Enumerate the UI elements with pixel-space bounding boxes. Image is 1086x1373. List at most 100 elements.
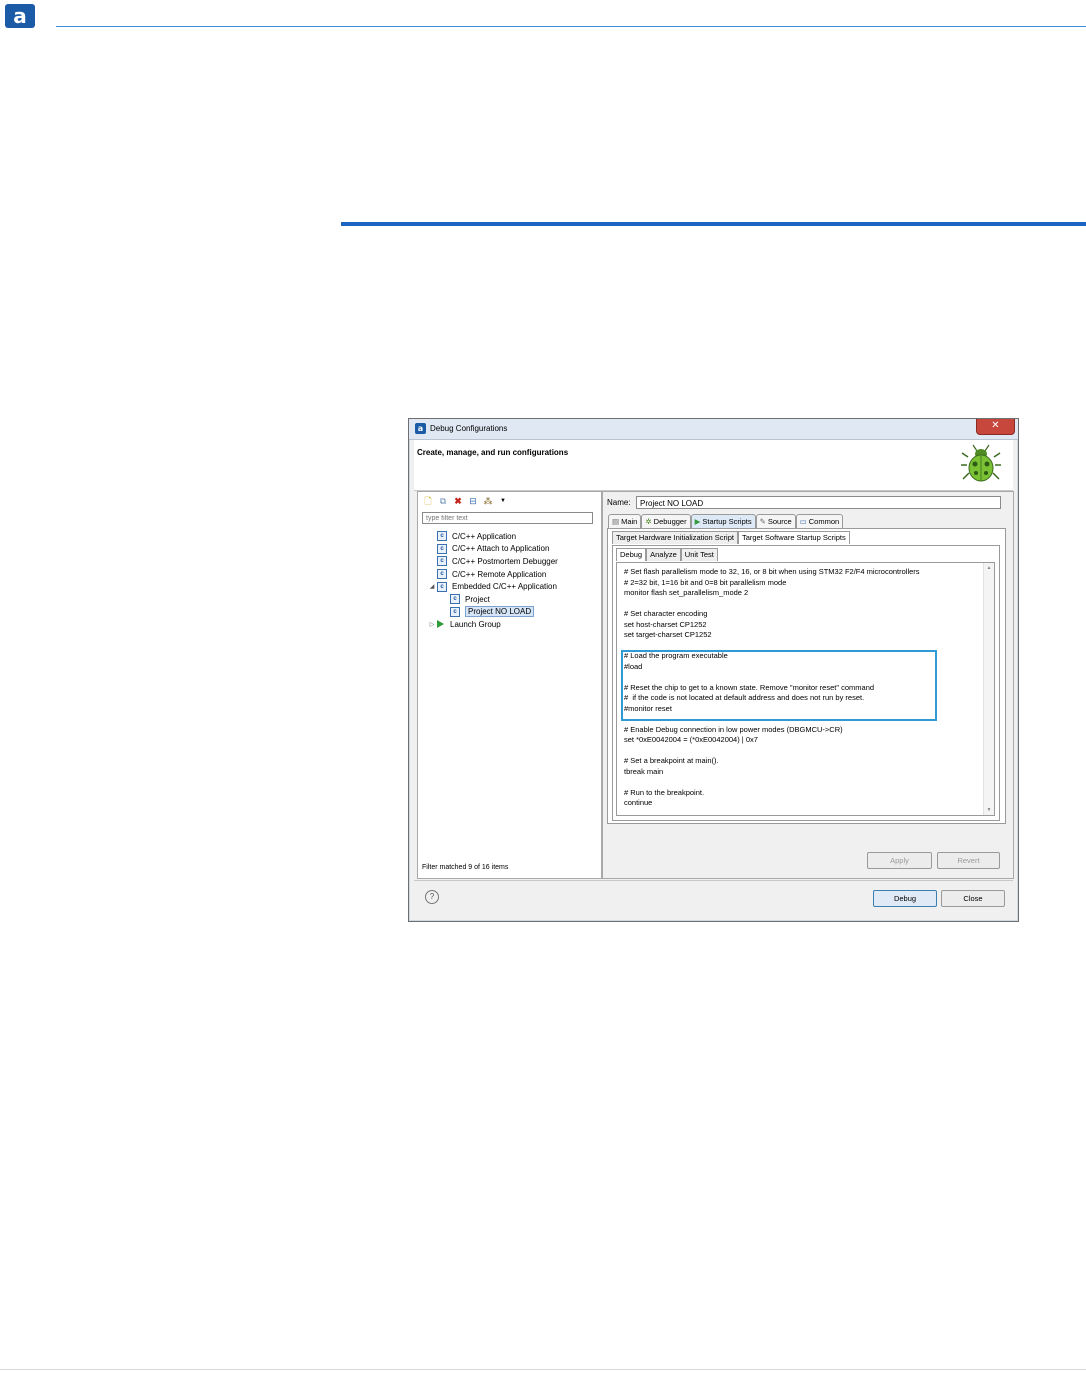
source-tab-icon: ✎ bbox=[759, 517, 766, 526]
debug-configurations-window: a Debug Configurations ✕ Create, manage,… bbox=[408, 418, 1019, 922]
mode-tabs: Debug Analyze Unit Test bbox=[616, 548, 718, 561]
tab-source[interactable]: ✎ Source bbox=[755, 514, 796, 528]
script-line: # Enable Debug connection in low power m… bbox=[624, 724, 843, 734]
c-config-icon: c bbox=[450, 594, 460, 605]
tree-item-cpp-postmortem[interactable]: c C/C++ Postmortem Debugger bbox=[424, 555, 599, 568]
brand-logo: a bbox=[5, 4, 35, 28]
tree-item-label: Embedded C/C++ Application bbox=[452, 582, 557, 592]
header-rule bbox=[56, 26, 1086, 27]
tree-item-project[interactable]: c Project bbox=[424, 593, 599, 606]
script-editor[interactable]: # Set flash parallelism mode to 32, 16, … bbox=[616, 562, 995, 816]
help-icon[interactable]: ? bbox=[425, 890, 439, 904]
c-config-icon: c bbox=[437, 556, 447, 567]
common-tab-icon: ▭ bbox=[799, 517, 807, 526]
filter-input[interactable] bbox=[422, 512, 593, 524]
dropdown-arrow-icon[interactable]: ▼ bbox=[497, 495, 509, 507]
script-line: # 2=32 bit, 1=16 bit and 0=8 bit paralle… bbox=[624, 577, 787, 587]
configuration-tree: c C/C++ Application c C/C++ Attach to Ap… bbox=[424, 530, 599, 631]
c-config-icon: c bbox=[450, 606, 460, 617]
script-line: set host-charset CP1252 bbox=[624, 619, 707, 629]
revert-button[interactable]: Revert bbox=[937, 852, 1000, 869]
c-config-icon: c bbox=[437, 581, 447, 592]
tab-debugger[interactable]: ✲ Debugger bbox=[641, 514, 691, 528]
tab-label: Main bbox=[621, 517, 638, 526]
apply-button[interactable]: Apply bbox=[867, 852, 932, 869]
main-tabs: ▤ Main ✲ Debugger ▶ Startup Scripts ✎ So… bbox=[608, 514, 844, 528]
script-line: set target-charset CP1252 bbox=[624, 630, 712, 639]
script-line: # Run to the breakpoint. bbox=[624, 787, 705, 797]
script-line: # Set character encoding bbox=[624, 609, 708, 618]
window-close-button[interactable]: ✕ bbox=[976, 419, 1015, 435]
tab-software-startup-scripts[interactable]: Target Software Startup Scripts bbox=[737, 531, 850, 544]
main-tab-icon: ▤ bbox=[612, 517, 620, 526]
dialog-header-title: Create, manage, and run configurations bbox=[417, 448, 569, 457]
collapsed-arrow-icon[interactable]: ▷ bbox=[427, 621, 437, 628]
script-scrollbar[interactable]: ▲ ▼ bbox=[983, 563, 994, 815]
tree-item-label: C/C++ Attach to Application bbox=[452, 544, 550, 554]
tab-label: Source bbox=[767, 517, 792, 526]
scroll-down-icon[interactable]: ▼ bbox=[985, 806, 993, 814]
tab-label: Startup Scripts bbox=[702, 517, 752, 526]
window-titlebar: a Debug Configurations ✕ bbox=[409, 419, 1018, 440]
bug-icon bbox=[961, 444, 1001, 482]
tab-startup-scripts[interactable]: ▶ Startup Scripts bbox=[690, 514, 756, 528]
close-button[interactable]: Close bbox=[941, 890, 1005, 907]
script-line: set *0xE0042004 = (*0xE0042004) | 0x7 bbox=[624, 735, 758, 744]
name-label: Name: bbox=[607, 498, 631, 507]
tab-common[interactable]: ▭ Common bbox=[795, 514, 844, 528]
c-config-icon: c bbox=[437, 569, 447, 580]
configuration-editor: Name: Project NO LOAD ▤ Main ✲ Debugger … bbox=[602, 491, 1014, 879]
tab-main[interactable]: ▤ Main bbox=[608, 514, 642, 528]
script-line bbox=[624, 599, 920, 610]
new-configuration-icon[interactable]: 🗋 bbox=[422, 495, 434, 507]
debug-button[interactable]: Debug bbox=[873, 890, 937, 907]
highlight-box bbox=[621, 650, 937, 721]
software-startup-panel: Debug Analyze Unit Test # Set flash para… bbox=[612, 545, 1000, 821]
footer-rule bbox=[0, 1369, 1086, 1370]
tree-item-project-no-load[interactable]: c Project NO LOAD bbox=[424, 606, 599, 619]
tree-item-label: C/C++ Application bbox=[452, 531, 517, 541]
tree-item-cpp-remote[interactable]: c C/C++ Remote Application bbox=[424, 568, 599, 581]
script-line: continue bbox=[624, 798, 653, 807]
delete-configuration-icon[interactable]: ✖ bbox=[452, 495, 464, 507]
c-config-icon: c bbox=[437, 531, 447, 542]
tree-item-label: Project bbox=[465, 594, 490, 604]
c-config-icon: c bbox=[437, 543, 447, 554]
tab-unit-test[interactable]: Unit Test bbox=[680, 548, 718, 561]
tree-item-label: C/C++ Remote Application bbox=[452, 569, 547, 579]
tree-item-label: Project NO LOAD bbox=[465, 606, 535, 618]
configurations-pane: 🗋 ⧉ ✖ ⊟ ⁂ ▼ c C/C++ Application c C/C++ … bbox=[417, 491, 602, 879]
section-rule bbox=[341, 222, 1086, 226]
footer-separator bbox=[414, 880, 1013, 881]
script-line bbox=[624, 746, 920, 757]
script-line: monitor flash set_parallelism_mode 2 bbox=[624, 588, 749, 597]
script-line bbox=[624, 777, 920, 788]
tab-hardware-init-script[interactable]: Target Hardware Initialization Script bbox=[612, 531, 738, 544]
tree-item-cpp-application[interactable]: c C/C++ Application bbox=[424, 530, 599, 543]
configurations-toolbar: 🗋 ⧉ ✖ ⊟ ⁂ ▼ bbox=[422, 494, 509, 508]
tree-item-cpp-attach[interactable]: c C/C++ Attach to Application bbox=[424, 543, 599, 556]
tree-item-launch-group[interactable]: ▷ Launch Group bbox=[424, 618, 599, 631]
script-line: # Set flash parallelism mode to 32, 16, … bbox=[624, 567, 920, 576]
duplicate-configuration-icon[interactable]: ⧉ bbox=[437, 495, 449, 507]
tree-item-embedded-cpp[interactable]: ◢ c Embedded C/C++ Application bbox=[424, 580, 599, 593]
app-icon: a bbox=[415, 423, 426, 434]
scroll-up-icon[interactable]: ▲ bbox=[985, 564, 993, 572]
window-title: Debug Configurations bbox=[430, 424, 508, 433]
tab-label: Common bbox=[808, 517, 840, 526]
tab-debug[interactable]: Debug bbox=[616, 548, 647, 561]
startup-scripts-panel: Target Hardware Initialization Script Ta… bbox=[607, 528, 1006, 824]
filter-icon[interactable]: ⁂ bbox=[482, 495, 494, 507]
tab-analyze[interactable]: Analyze bbox=[646, 548, 681, 561]
launch-group-icon bbox=[437, 620, 444, 629]
filter-status: Filter matched 9 of 16 items bbox=[422, 864, 509, 871]
name-field[interactable]: Project NO LOAD bbox=[636, 496, 1001, 509]
expanded-arrow-icon[interactable]: ◢ bbox=[427, 583, 437, 590]
collapse-all-icon[interactable]: ⊟ bbox=[467, 495, 479, 507]
script-line: # Set a breakpoint at main(). bbox=[624, 756, 719, 765]
tree-item-label: C/C++ Postmortem Debugger bbox=[452, 556, 558, 566]
tab-label: Debugger bbox=[653, 517, 687, 526]
tree-item-label: Launch Group bbox=[450, 619, 501, 629]
startup-tab-icon: ▶ bbox=[694, 517, 701, 526]
script-tabs: Target Hardware Initialization Script Ta… bbox=[612, 531, 850, 544]
